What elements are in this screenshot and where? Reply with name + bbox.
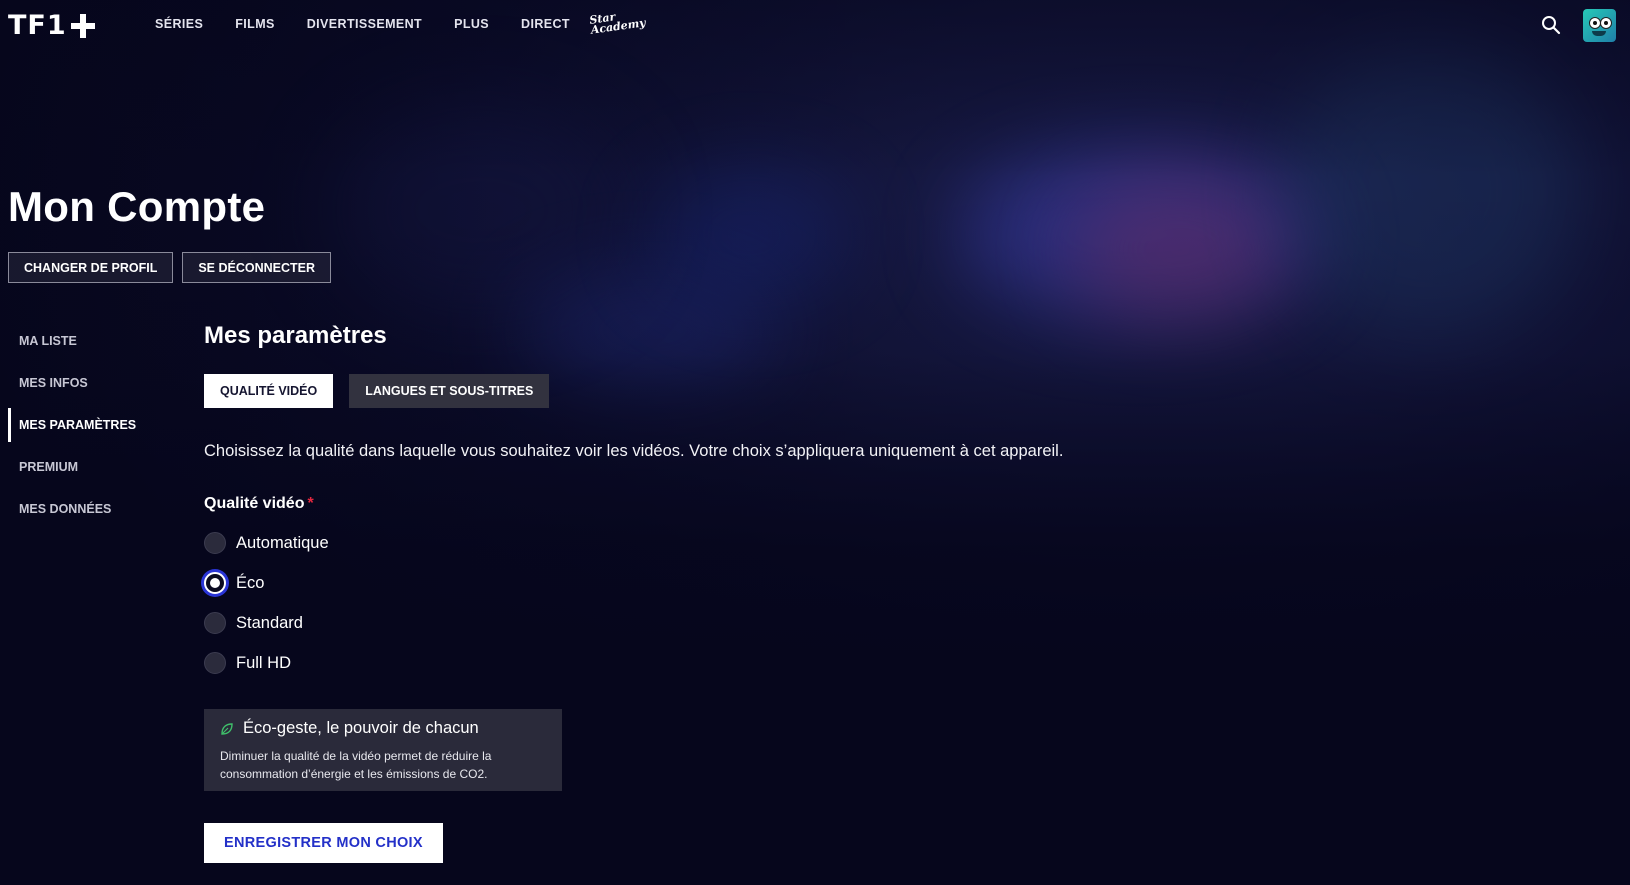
account-actions: CHANGER DE PROFIL SE DÉCONNECTER (8, 252, 332, 283)
sidebar-item-mes-parametres[interactable]: MES PARAMÈTRES (8, 404, 188, 446)
radio-option-automatique[interactable]: Automatique (204, 523, 1304, 563)
radio-label: Standard (236, 613, 303, 632)
nav-divertissement[interactable]: DIVERTISSEMENT (307, 17, 422, 31)
settings-tabs: QUALITÉ VIDÉO LANGUES ET SOUS-TITRES (204, 374, 1304, 408)
nav-plus[interactable]: PLUS (454, 17, 489, 31)
logo-text: TF1 (8, 10, 67, 41)
star-academy-logo[interactable]: Star Academy (589, 8, 647, 36)
eco-box-text-line1: Diminuer la qualité de la vidéo permet d… (220, 749, 492, 763)
quality-label-text: Qualité vidéo (204, 495, 305, 512)
radio-label: Full HD (236, 653, 292, 672)
quality-description: Choisissez la qualité dans laquelle vous… (204, 442, 1064, 460)
main-nav: SÉRIES FILMS DIVERTISSEMENT PLUS DIRECT (155, 17, 570, 31)
quality-radio-group: Automatique Éco Standard Full HD (204, 523, 1304, 683)
change-profile-button[interactable]: CHANGER DE PROFIL (8, 252, 174, 283)
sidebar-item-mes-infos[interactable]: MES INFOS (8, 362, 188, 404)
radio-button[interactable] (204, 652, 226, 674)
tab-qualite-video[interactable]: QUALITÉ VIDÉO (204, 374, 334, 408)
tab-langues-sous-titres[interactable]: LANGUES ET SOUS-TITRES (349, 374, 550, 408)
sidebar-item-premium[interactable]: PREMIUM (8, 446, 188, 488)
radio-option-eco[interactable]: Éco (204, 563, 1304, 603)
plus-icon (70, 13, 95, 38)
leaf-icon (221, 722, 233, 735)
quality-field-label: Qualité vidéo * (204, 495, 1304, 513)
nav-direct[interactable]: DIRECT (521, 17, 570, 31)
radio-option-full-hd[interactable]: Full HD (204, 643, 1304, 683)
account-sidebar: MA LISTE MES INFOS MES PARAMÈTRES PREMIU… (8, 320, 188, 530)
tf1-plus-logo[interactable]: TF1 (8, 10, 95, 41)
required-marker: * (307, 495, 314, 512)
sidebar-item-mes-donnees[interactable]: MES DONNÉES (8, 488, 188, 530)
page-title: Mon Compte (8, 183, 266, 230)
section-title: Mes paramètres (204, 322, 387, 349)
radio-option-standard[interactable]: Standard (204, 603, 1304, 643)
save-choice-button[interactable]: ENREGISTRER MON CHOIX (204, 823, 443, 863)
radio-button-checked[interactable] (204, 572, 226, 594)
nav-series[interactable]: SÉRIES (155, 17, 203, 31)
sidebar-item-ma-liste[interactable]: MA LISTE (8, 320, 188, 362)
nav-films[interactable]: FILMS (235, 17, 275, 31)
radio-button[interactable] (204, 612, 226, 634)
settings-panel: Mes paramètres QUALITÉ VIDÉO LANGUES ET … (204, 318, 1304, 863)
radio-label: Automatique (236, 533, 329, 552)
profile-avatar[interactable] (1583, 9, 1616, 42)
eco-box-text-line2: consommation d’énergie et les émissions … (220, 767, 488, 781)
search-icon[interactable] (1541, 15, 1561, 35)
radio-button[interactable] (204, 532, 226, 554)
eco-info-box: Éco-geste, le pouvoir de chacun Diminuer… (204, 709, 562, 791)
radio-label: Éco (236, 573, 265, 592)
eco-box-title: Éco-geste, le pouvoir de chacun (243, 719, 479, 737)
logout-button[interactable]: SE DÉCONNECTER (182, 252, 332, 283)
